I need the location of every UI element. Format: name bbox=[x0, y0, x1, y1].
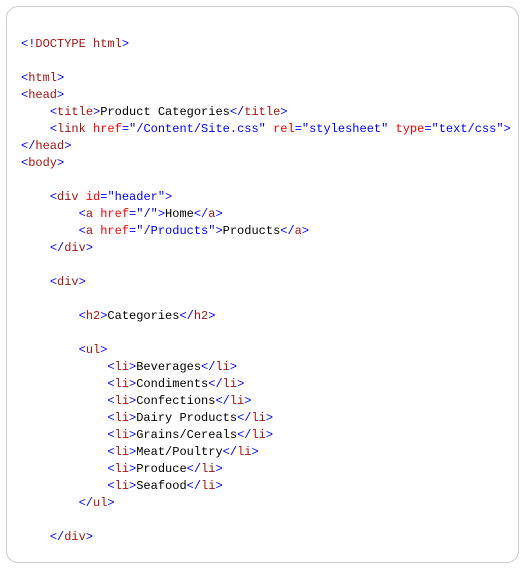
link-line: <link href="/Content/Site.css" rel="styl… bbox=[50, 122, 511, 136]
div-close2: </div> bbox=[50, 530, 93, 544]
li-line: <li>Produce</li> bbox=[107, 462, 222, 476]
li-line: <li>Dairy Products</li> bbox=[107, 411, 273, 425]
a-home-line: <a href="/">Home</a> bbox=[79, 207, 223, 221]
doctype-line: <!DOCTYPE html> bbox=[21, 37, 129, 51]
div-open: <div> bbox=[50, 275, 86, 289]
li-line: <li>Confections</li> bbox=[107, 394, 251, 408]
li-line: <li>Grains/Cereals</li> bbox=[107, 428, 273, 442]
code-panel: <!DOCTYPE html> <html> <head> <title>Pro… bbox=[6, 6, 519, 563]
head-close: </head> bbox=[21, 139, 71, 153]
title-line: <title>Product Categories</title> bbox=[50, 105, 288, 119]
div-header-close: </div> bbox=[50, 241, 93, 255]
div-header-open: <div id="header"> bbox=[50, 190, 172, 204]
body-open: <body> bbox=[21, 156, 64, 170]
li-line: <li>Beverages</li> bbox=[107, 360, 237, 374]
li-line: <li>Seafood</li> bbox=[107, 479, 222, 493]
head-open: <head> bbox=[21, 88, 64, 102]
li-line: <li>Condiments</li> bbox=[107, 377, 244, 391]
h2-line: <h2>Categories</h2> bbox=[79, 309, 216, 323]
li-line: <li>Meat/Poultry</li> bbox=[107, 445, 258, 459]
ul-close: </ul> bbox=[79, 496, 115, 510]
ul-open: <ul> bbox=[79, 343, 108, 357]
html-open: <html> bbox=[21, 71, 64, 85]
a-products-line: <a href="/Products">Products</a> bbox=[79, 224, 309, 238]
